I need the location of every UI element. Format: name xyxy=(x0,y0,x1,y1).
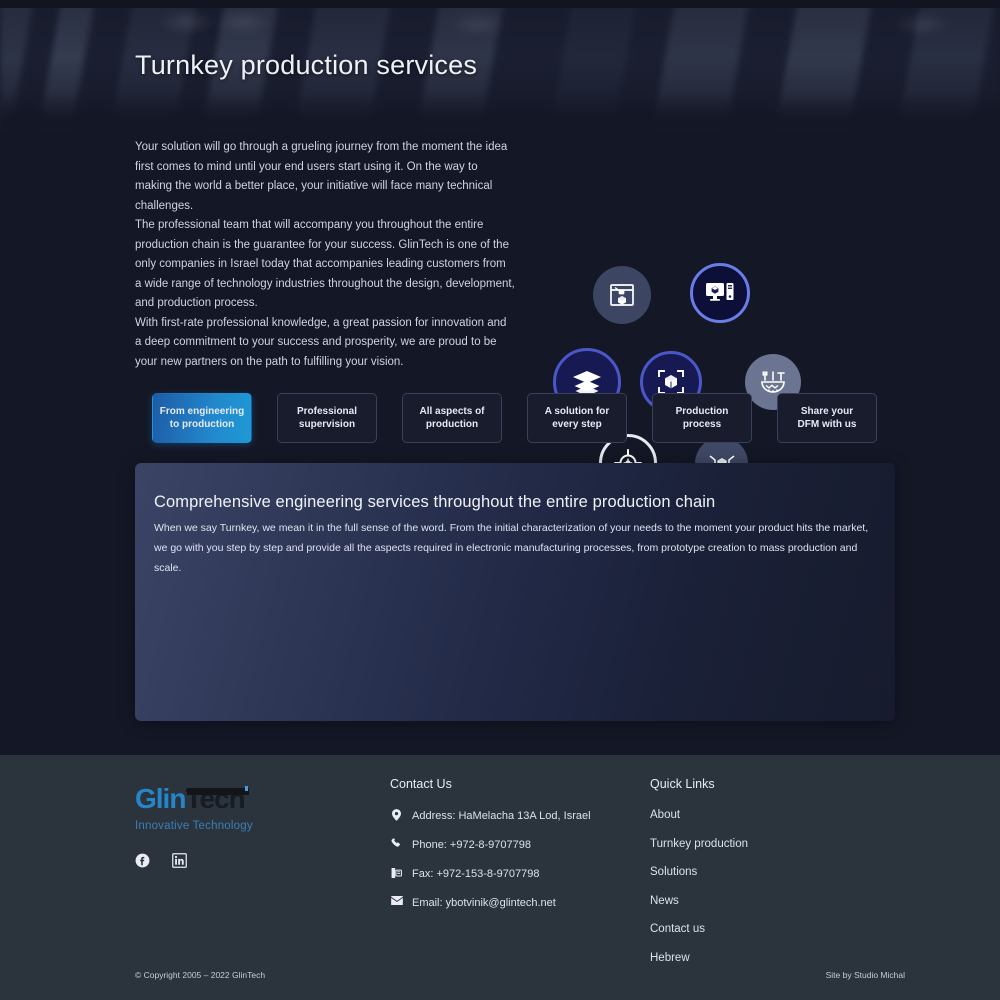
contact-heading: Contact Us xyxy=(390,777,452,791)
quicklink-hebrew[interactable]: Hebrew xyxy=(650,952,850,964)
logo-tagline: Innovative Technology xyxy=(135,820,253,832)
intro-paragraph-1: Your solution will go through a grueling… xyxy=(135,141,508,212)
tab-label-line1: A solution for xyxy=(544,406,610,417)
tab-label-line2: to production xyxy=(169,419,235,430)
footer-bottom-bar: © Copyright 2005 – 2022 GlinTech Site by… xyxy=(0,970,1000,1000)
quicklink-contact-us[interactable]: Contact us xyxy=(650,923,850,935)
contact-fax-text: Fax: +972-153-8-9707798 xyxy=(412,868,540,880)
quicklink-news[interactable]: News xyxy=(650,895,850,907)
tab-production-process[interactable]: Production process xyxy=(652,393,752,443)
contact-row-phone: Phone: +972-8-9707798 xyxy=(390,838,640,852)
intro-paragraph-3: With first-rate professional knowledge, … xyxy=(135,316,507,368)
social-links xyxy=(135,853,187,868)
tab-label-line2: process xyxy=(682,419,722,430)
service-icon-cluster xyxy=(545,260,835,495)
tab-all-aspects-of-production[interactable]: All aspects of production xyxy=(402,393,502,443)
3d-printer-icon xyxy=(593,266,651,324)
tab-label-line1: Professional xyxy=(296,406,358,417)
footer-contact-column: Contact Us Address: HaMelacha 13A Lod, I… xyxy=(390,777,640,925)
copyright-text: © Copyright 2005 – 2022 GlinTech xyxy=(135,970,266,980)
tab-label-line2: production xyxy=(425,419,479,430)
tab-label-line1: Share your xyxy=(800,406,854,417)
envelope-icon xyxy=(390,896,403,905)
intro-paragraph-2: The professional team that will accompan… xyxy=(135,219,515,309)
tab-label-line1: All aspects of xyxy=(419,406,485,417)
site-footer: GlinTech Innovative Technology Contact U… xyxy=(0,755,1000,1000)
panel-heading: Comprehensive engineering services throu… xyxy=(154,493,716,511)
tab-content-panel: Comprehensive engineering services throu… xyxy=(135,463,895,721)
quicklink-about[interactable]: About xyxy=(650,809,850,821)
contact-email-text: Email: ybotvinik@glintech.net xyxy=(412,897,556,909)
quicklinks-heading: Quick Links xyxy=(650,777,715,791)
tab-from-engineering-to-production[interactable]: From engineering to production xyxy=(152,393,252,443)
hero-banner: Turnkey production services xyxy=(0,0,1000,130)
tab-a-solution-for-every-step[interactable]: A solution for every step xyxy=(527,393,627,443)
footer-quicklinks-column: Quick Links About Turnkey production Sol… xyxy=(650,777,850,980)
cad-workstation-icon xyxy=(690,263,750,323)
tab-share-your-dfm-with-us[interactable]: Share your DFM with us xyxy=(777,393,877,443)
panel-body-text: When we say Turnkey, we mean it in the f… xyxy=(154,522,869,574)
page-title: Turnkey production services xyxy=(135,50,478,80)
footer-brand-column: GlinTech Innovative Technology xyxy=(135,783,365,868)
quicklink-turnkey-production[interactable]: Turnkey production xyxy=(650,838,850,850)
site-credit-text[interactable]: Site by Studio Michal xyxy=(826,970,905,980)
service-tabs: From engineering to production Professio… xyxy=(152,393,877,443)
tab-label-line1: Production xyxy=(675,406,729,417)
top-bar xyxy=(0,0,1000,8)
contact-address-text: Address: HaMelacha 13A Lod, Israel xyxy=(412,810,591,822)
phone-icon xyxy=(390,838,403,849)
tab-label-line1: From engineering xyxy=(159,406,245,417)
tab-label-line2: supervision xyxy=(298,419,356,430)
location-pin-icon xyxy=(390,809,403,821)
quicklink-solutions[interactable]: Solutions xyxy=(650,866,850,878)
contact-phone-text: Phone: +972-8-9707798 xyxy=(412,839,531,851)
contact-row-email: Email: ybotvinik@glintech.net xyxy=(390,896,640,910)
intro-copy: Your solution will go through a grueling… xyxy=(135,138,515,372)
tab-label-line2: DFM with us xyxy=(797,419,857,430)
linkedin-icon[interactable] xyxy=(172,853,187,868)
contact-row-address: Address: HaMelacha 13A Lod, Israel xyxy=(390,809,640,823)
tab-label-line2: every step xyxy=(552,419,602,430)
hero-bottom-fade xyxy=(0,96,1000,130)
logo-text-glin: Glin xyxy=(135,783,186,814)
fax-icon xyxy=(390,867,403,879)
tab-professional-supervision[interactable]: Professional supervision xyxy=(277,393,377,443)
glintech-logo[interactable]: GlinTech xyxy=(135,783,257,817)
logo-bar-accent xyxy=(187,788,249,795)
contact-row-fax: Fax: +972-153-8-9707798 xyxy=(390,867,640,881)
facebook-icon[interactable] xyxy=(135,853,150,868)
logo-dot-accent xyxy=(245,786,248,791)
